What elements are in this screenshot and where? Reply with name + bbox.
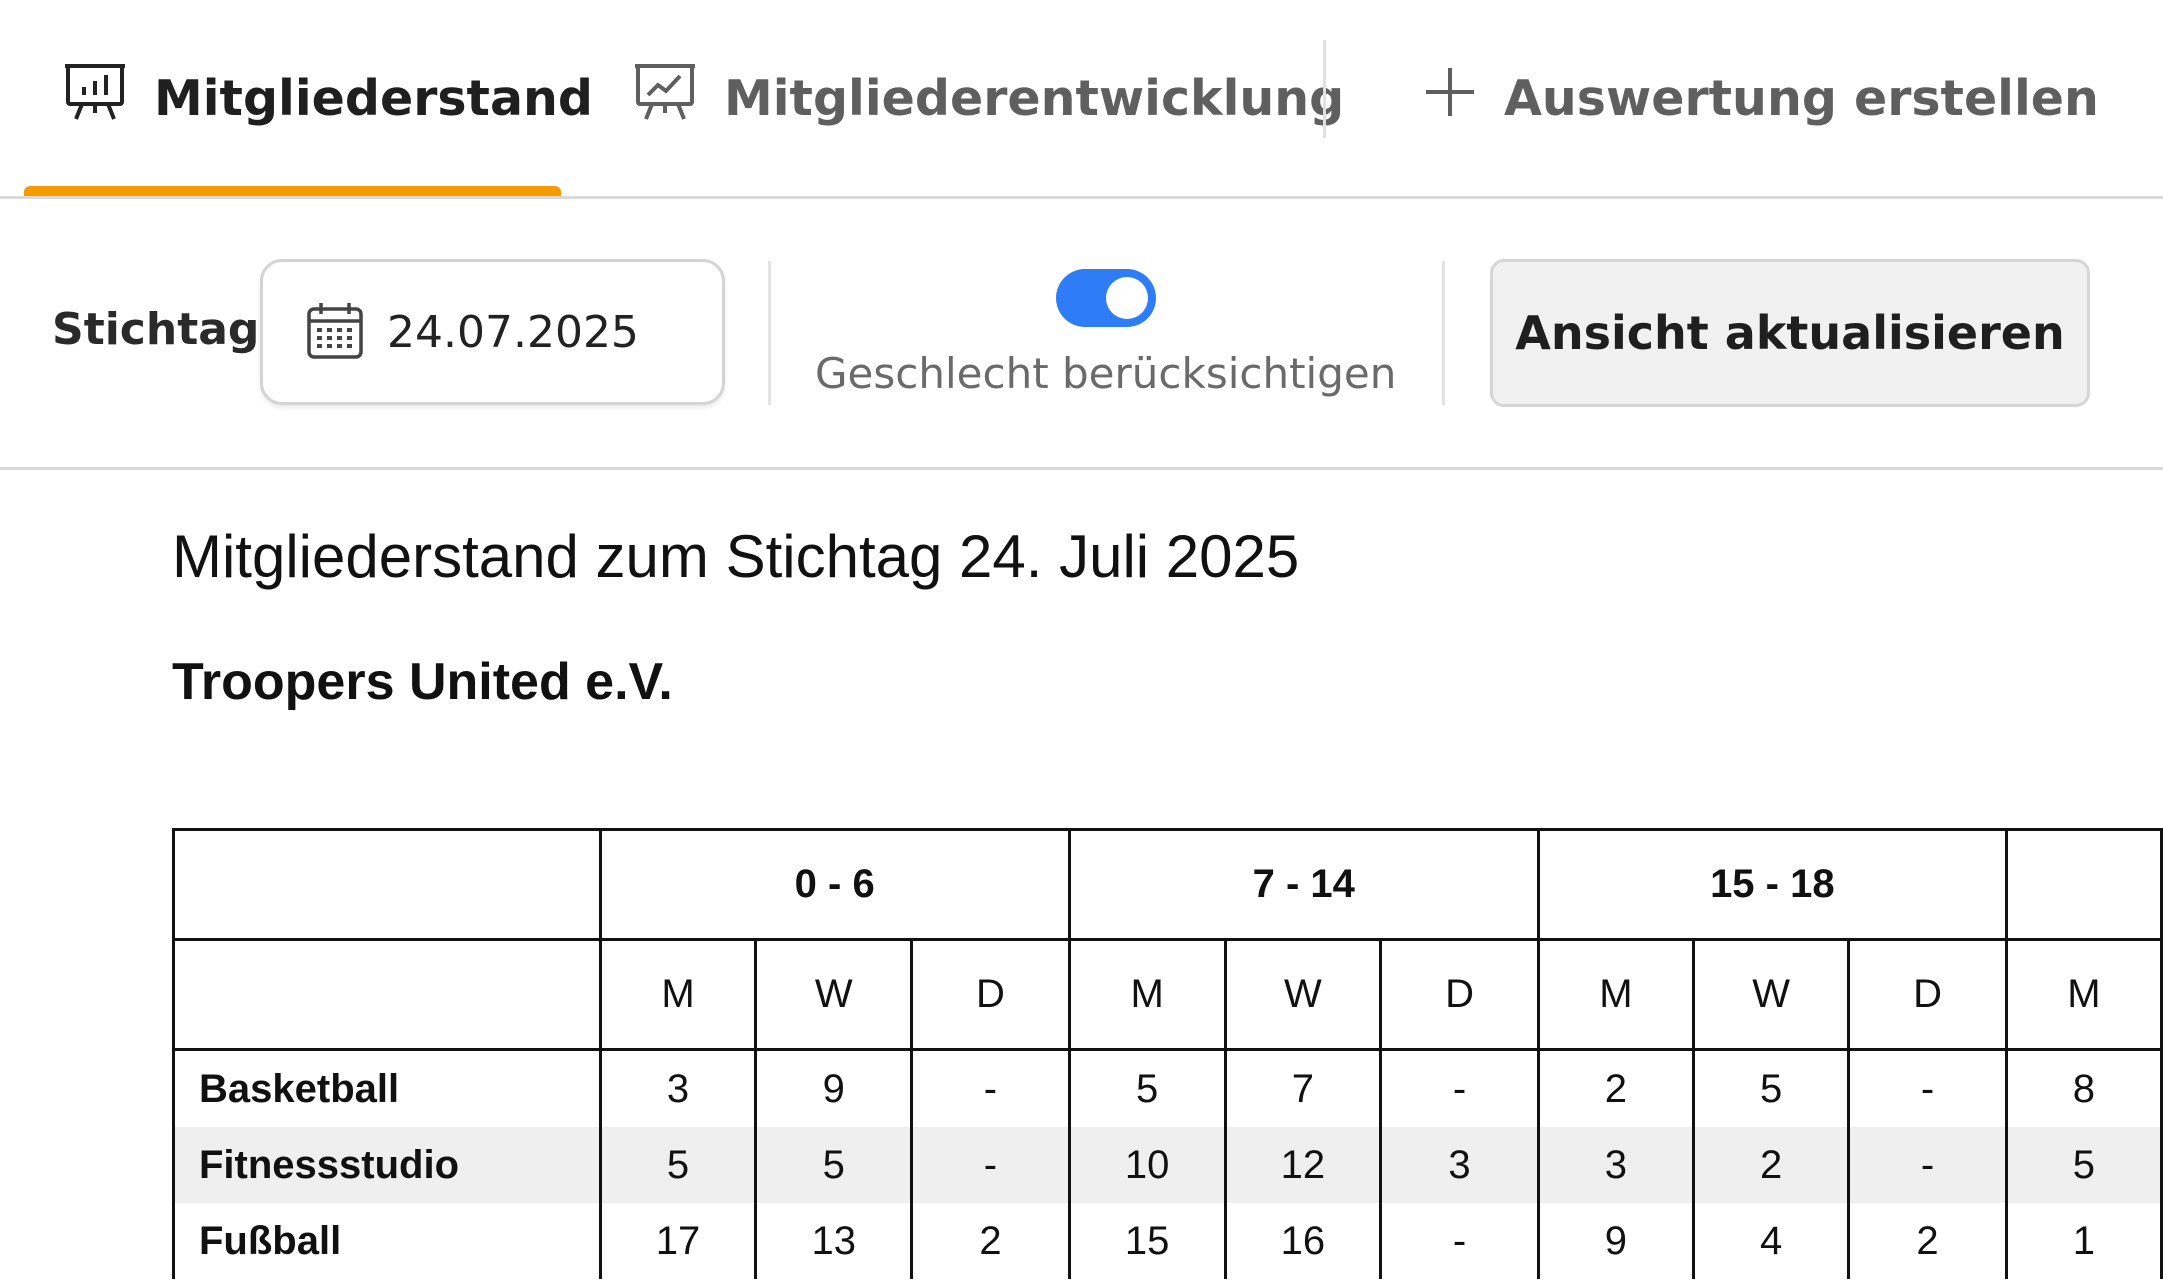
table-cell: 5 <box>2004 1127 2163 1203</box>
date-value: 24.07.2025 <box>387 306 639 358</box>
table-cell: 3 <box>1379 1127 1540 1203</box>
gender-header: D <box>910 938 1071 1051</box>
active-tab-indicator <box>24 186 561 196</box>
gender-header: W <box>1691 938 1851 1051</box>
report-view: Mitgliederstand zum Stichtag 24. Juli 20… <box>0 484 2163 1280</box>
table-cell: 5 <box>1691 1049 1851 1127</box>
gender-header: M <box>598 938 758 1051</box>
table-row: Basketball 3 9 - 5 7 - 2 5 - 8 <box>172 1049 2163 1127</box>
gender-header-row: M W D M W D M W D M <box>172 938 2163 1051</box>
filter-toolbar: Stichtag 24.07.2025 Geschlecht berücksic… <box>0 199 2163 470</box>
presentation-chart-icon <box>64 63 126 133</box>
table-cell: - <box>1847 1127 2008 1203</box>
table-cell: 9 <box>1536 1203 1695 1279</box>
table-row: Fitnessstudio 5 5 - 10 12 3 3 2 - 5 <box>172 1127 2163 1203</box>
toolbar-divider <box>1442 261 1445 405</box>
table-cell: 2 <box>1536 1049 1695 1127</box>
calendar-icon[interactable] <box>305 300 365 364</box>
gender-header: M <box>1067 938 1227 1051</box>
table-cell: 8 <box>2004 1049 2163 1127</box>
table-row: Fußball 17 13 2 15 16 - 9 4 2 1 <box>172 1203 2163 1279</box>
table-cell: 3 <box>1536 1127 1695 1203</box>
table-cell: - <box>1379 1203 1540 1279</box>
table-cell: - <box>910 1049 1071 1127</box>
tab-label: Auswertung erstellen <box>1504 69 2099 127</box>
corner-cell <box>172 828 602 941</box>
corner-cell <box>172 938 602 1051</box>
date-input[interactable]: 24.07.2025 <box>260 259 725 405</box>
table-cell: 4 <box>1691 1203 1851 1279</box>
table-cell: 5 <box>598 1127 758 1203</box>
table-cell: 3 <box>598 1049 758 1127</box>
row-label: Fitnessstudio <box>172 1127 602 1203</box>
age-group-header-row: 0 - 6 7 - 14 15 - 18 <box>172 828 2163 941</box>
toolbar-divider <box>768 261 771 405</box>
table-cell: 10 <box>1067 1127 1227 1203</box>
gender-header: W <box>1223 938 1383 1051</box>
gender-header: M <box>2004 938 2163 1051</box>
table-cell: 1 <box>2004 1203 2163 1279</box>
tab-mitgliederstand[interactable]: Mitgliederstand <box>64 0 593 196</box>
plus-icon <box>1424 66 1476 130</box>
report-title: Mitgliederstand zum Stichtag 24. Juli 20… <box>172 523 1300 590</box>
table-cell: 15 <box>1067 1203 1227 1279</box>
trend-chart-icon <box>634 63 696 133</box>
table-cell: - <box>910 1127 1071 1203</box>
table-cell: 13 <box>754 1203 914 1279</box>
stichtag-label: Stichtag <box>52 304 260 355</box>
table-cell: 7 <box>1223 1049 1383 1127</box>
gender-toggle[interactable] <box>1056 269 1156 327</box>
tab-divider <box>1323 40 1326 138</box>
club-name: Troopers United e.V. <box>172 653 673 711</box>
table-cell: 2 <box>910 1203 1071 1279</box>
membership-table: 0 - 6 7 - 14 15 - 18 M W D M W D M W D M… <box>172 828 2163 1279</box>
gender-header: M <box>1536 938 1695 1051</box>
table-cell: 2 <box>1847 1203 2008 1279</box>
table-cell: 16 <box>1223 1203 1383 1279</box>
gender-header: D <box>1379 938 1540 1051</box>
toggle-knob <box>1106 277 1148 319</box>
refresh-view-button[interactable]: Ansicht aktualisieren <box>1490 259 2090 407</box>
row-label: Basketball <box>172 1049 602 1127</box>
table-cell: - <box>1379 1049 1540 1127</box>
gender-toggle-label: Geschlecht berücksichtigen <box>815 349 1397 398</box>
table-cell: 5 <box>754 1127 914 1203</box>
table-cell: 2 <box>1691 1127 1851 1203</box>
table-cell: 17 <box>598 1203 758 1279</box>
age-group-header: 7 - 14 <box>1067 828 1540 941</box>
tab-mitgliederentwicklung[interactable]: Mitgliederentwicklung <box>634 0 1344 196</box>
row-label: Fußball <box>172 1203 602 1279</box>
tab-label: Mitgliederentwicklung <box>724 69 1345 127</box>
tab-label: Mitgliederstand <box>154 69 593 127</box>
gender-header: D <box>1847 938 2008 1051</box>
age-group-header <box>2004 828 2163 941</box>
tab-auswertung-erstellen[interactable]: Auswertung erstellen <box>1424 0 2099 196</box>
gender-header: W <box>754 938 914 1051</box>
table-cell: 5 <box>1067 1049 1227 1127</box>
age-group-header: 0 - 6 <box>598 828 1071 941</box>
age-group-header: 15 - 18 <box>1536 828 2008 941</box>
table-cell: - <box>1847 1049 2008 1127</box>
table-cell: 9 <box>754 1049 914 1127</box>
table-cell: 12 <box>1223 1127 1383 1203</box>
report-tabs: Mitgliederstand Mitgliederentwicklung Au… <box>0 0 2163 199</box>
